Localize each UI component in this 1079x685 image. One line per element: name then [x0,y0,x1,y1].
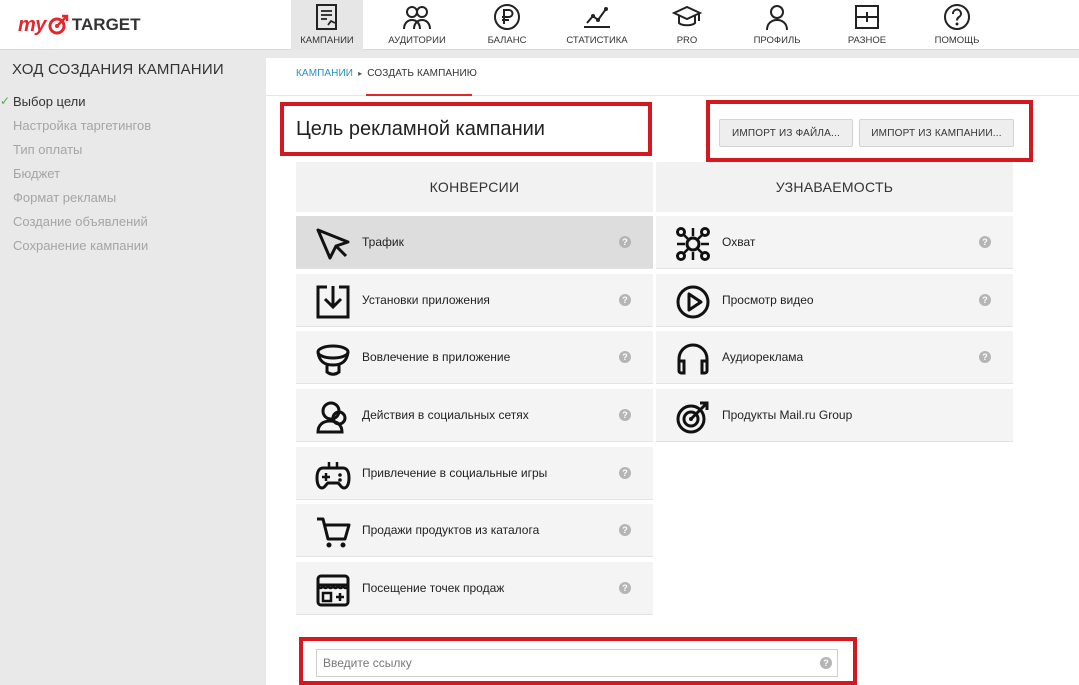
goal-label: Просмотр видео [722,293,814,307]
step-ad-format: Формат рекламы [13,190,117,205]
step-budget: Бюджет [13,166,61,181]
nav-label: ПОМОЩЬ [934,35,980,46]
nav-audiences[interactable]: АУДИТОРИИ [382,0,452,50]
goal-label: Продажи продуктов из каталога [362,523,540,537]
goal-social-actions[interactable]: Действия в социальных сетях ? [296,389,653,442]
goal-label: Продукты Mail.ru Group [722,408,853,422]
top-bar: my TARGET КАМПАНИИ АУДИТОРИИ БАЛАНС СТАТ… [0,0,1079,50]
goal-label: Действия в социальных сетях [362,408,529,422]
nav-statistics[interactable]: СТАТИСТИКА [560,0,634,50]
tab-conversions[interactable]: КОНВЕРСИИ [296,162,653,212]
step-payment-type: Тип оплаты [13,142,83,157]
help-icon[interactable]: ? [619,409,631,421]
nav-label: БАЛАНС [487,35,527,46]
help-icon[interactable]: ? [619,351,631,363]
mytarget-logo[interactable]: my TARGET [18,9,141,41]
step-label: Выбор цели [13,94,86,109]
nav-label: КАМПАНИИ [300,35,354,46]
goal-label: Привлечение в социальные игры [362,466,548,480]
sidebar-title: ХОД СОЗДАНИЯ КАМПАНИИ [12,61,224,78]
reach-icon [674,225,712,263]
gamepad-icon [314,456,352,494]
goal-label: Вовлечение в приложение [362,350,511,364]
step-create-ads: Создание объявлений [13,214,148,229]
store-icon [314,571,352,609]
logo-target-text: TARGET [71,15,141,34]
goal-app-engagement[interactable]: Вовлечение в приложение ? [296,331,653,384]
target-icon [674,398,712,436]
goal-video-views[interactable]: Просмотр видео ? [656,274,1013,327]
goal-traffic[interactable]: Трафик ? [296,216,653,269]
graduation-cap-icon [672,2,702,32]
help-icon[interactable]: ? [979,236,991,248]
tab-awareness[interactable]: УЗНАВАЕМОСТЬ [656,162,1013,212]
highlight-box-title [280,102,652,156]
goal-audio-ads[interactable]: Аудиореклама ? [656,331,1013,384]
nav-help[interactable]: ПОМОЩЬ [928,0,986,50]
step-save-campaign: Сохранение кампании [13,238,149,253]
nav-label: РАЗНОЕ [847,35,887,46]
goal-social-games[interactable]: Привлечение в социальные игры ? [296,447,653,500]
help-icon[interactable]: ? [619,294,631,306]
goal-label: Посещение точек продаж [362,581,505,595]
help-icon[interactable]: ? [619,582,631,594]
nav-label: АУДИТОРИИ [388,35,446,46]
statistics-icon [582,2,612,32]
headphones-icon [674,340,712,378]
logo-target-icon [48,14,69,35]
profile-icon [762,2,792,32]
nav-label: СТАТИСТИКА [566,35,628,46]
goal-store-visits[interactable]: Посещение точек продаж ? [296,562,653,615]
breadcrumb-current: СОЗДАТЬ КАМПАНИЮ [367,68,477,79]
nav-misc[interactable]: РАЗНОЕ [840,0,894,50]
main-panel: КАМПАНИИ ▸ СОЗДАТЬ КАМПАНИЮ Цель рекламн… [266,58,1079,685]
help-icon[interactable]: ? [619,236,631,248]
goal-catalog-sales[interactable]: Продажи продуктов из каталога ? [296,504,653,557]
campaigns-icon [312,2,342,32]
highlight-box-link-input [299,637,857,685]
engagement-icon [314,340,352,378]
step-goal[interactable]: ✓ Выбор цели [0,94,86,109]
help-icon[interactable]: ? [979,294,991,306]
nav-pro[interactable]: PRO [664,0,710,50]
highlight-box-import [706,100,1033,162]
nav-profile[interactable]: ПРОФИЛЬ [745,0,809,50]
logo-my-text: my [18,13,46,36]
goal-reach[interactable]: Охват ? [656,216,1013,269]
progress-sidebar: ХОД СОЗДАНИЯ КАМПАНИИ ✓ Выбор цели Настр… [0,51,264,685]
goal-label: Аудиореклама [722,350,804,364]
ruble-icon [492,2,522,32]
breadcrumb-active-underline [366,94,472,96]
goal-label: Охват [722,235,756,249]
play-icon [674,283,712,321]
cursor-icon [314,225,352,263]
nav-campaigns[interactable]: КАМПАНИИ [291,0,363,50]
breadcrumb-campaigns-link[interactable]: КАМПАНИИ [296,68,353,79]
help-icon [942,2,972,32]
check-icon: ✓ [0,94,11,108]
goal-label: Трафик [362,235,404,249]
help-icon[interactable]: ? [619,524,631,536]
breadcrumb: КАМПАНИИ ▸ СОЗДАТЬ КАМПАНИЮ [296,68,477,79]
nav-balance[interactable]: БАЛАНС [476,0,538,50]
audiences-icon [402,2,432,32]
help-icon[interactable]: ? [979,351,991,363]
download-icon [314,283,352,321]
nav-label: ПРОФИЛЬ [753,35,801,46]
social-icon [314,398,352,436]
goal-label: Установки приложения [362,293,490,307]
goal-app-installs[interactable]: Установки приложения ? [296,274,653,327]
breadcrumb-arrow-icon: ▸ [358,69,363,78]
goal-mailru-products[interactable]: Продукты Mail.ru Group [656,389,1013,442]
help-icon[interactable]: ? [619,467,631,479]
misc-icon [852,2,882,32]
cart-icon [314,513,352,551]
step-targeting: Настройка таргетингов [13,118,152,133]
nav-label: PRO [676,35,698,46]
